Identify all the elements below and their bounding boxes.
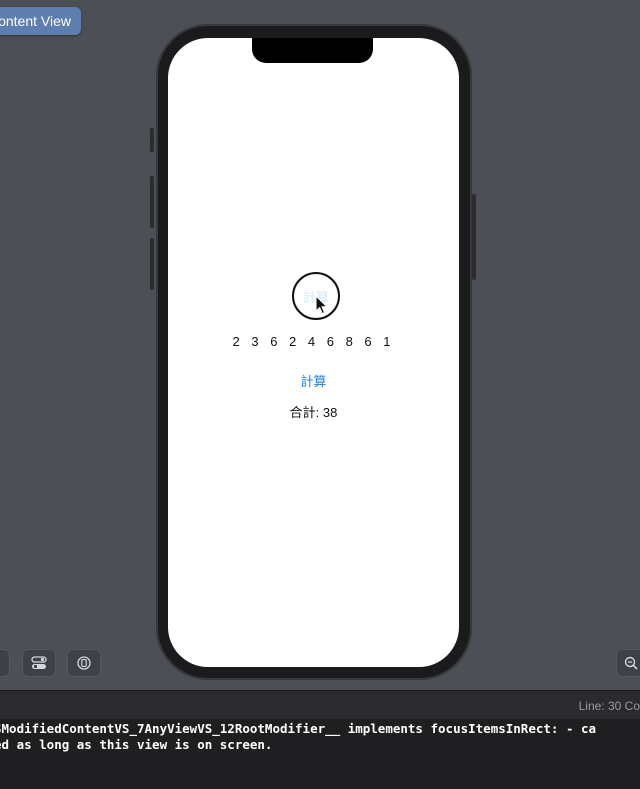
- console-line: SModifiedContentVS_7AnyViewVS_12RootModi…: [0, 721, 597, 736]
- phone-volume-up: [150, 176, 154, 228]
- line-column-indicator: Line: 30 Co: [578, 699, 640, 713]
- console-line: ed as long as this view is on screen.: [0, 737, 273, 752]
- editor-status-bar: Line: 30 Co: [0, 690, 640, 719]
- total-label: 合計: 38: [289, 405, 338, 420]
- content-view-chip[interactable]: Content View: [0, 7, 81, 35]
- number-sequence: 2 3 6 2 4 6 8 6 1: [232, 334, 395, 349]
- calculate-button[interactable]: 計算: [168, 371, 459, 390]
- variants-toggle-icon: [31, 656, 47, 669]
- zoom-out-button[interactable]: [616, 649, 640, 677]
- app-screen: 計算 2 3 6 2 4 6 8 6 1 計算 合計: 38: [168, 38, 459, 667]
- zoom-out-icon: [624, 656, 638, 670]
- phone-volume-down: [150, 238, 154, 290]
- cursor-arrow-icon: [315, 295, 328, 315]
- phone-notch: [252, 38, 373, 63]
- cursor-arrow-icon: [0, 657, 1, 669]
- live-preview-button[interactable]: [0, 649, 10, 677]
- variants-button[interactable]: [22, 649, 56, 677]
- phone-mute-switch: [150, 128, 154, 152]
- debug-console[interactable]: SModifiedContentVS_7AnyViewVS_12RootModi…: [0, 719, 640, 789]
- device-settings-icon: [77, 656, 91, 670]
- device-settings-button[interactable]: [67, 649, 101, 677]
- phone-power-button: [472, 194, 476, 280]
